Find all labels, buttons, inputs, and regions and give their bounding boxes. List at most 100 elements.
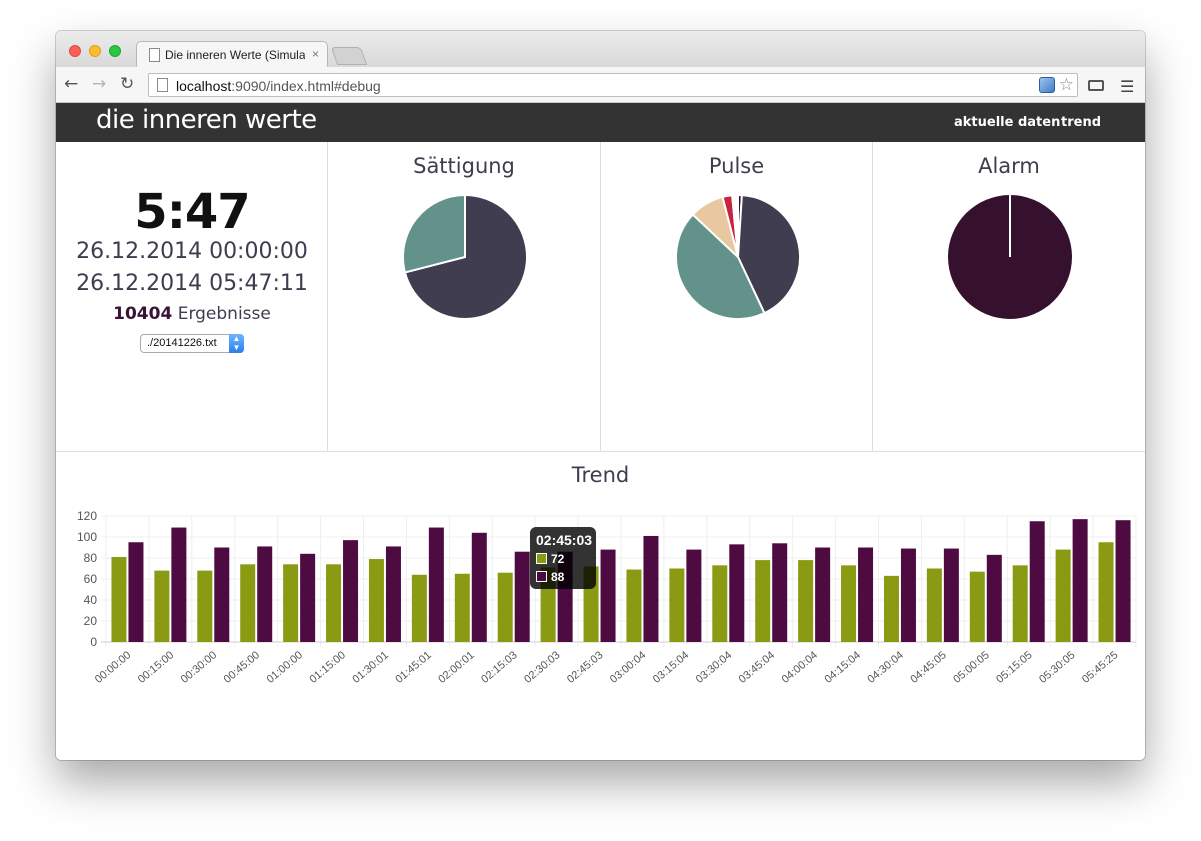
title-bar: Die inneren Werte (Simulati × — [56, 31, 1145, 69]
bar[interactable] — [883, 575, 899, 642]
file-select[interactable]: ./20141226.txt ▲ ▼ — [140, 334, 244, 353]
x-tick-label: 00:15:00 — [136, 649, 177, 686]
bar[interactable] — [986, 554, 1002, 642]
bar[interactable] — [755, 560, 771, 642]
overview-panels: 5:47 26.12.2014 00:00:00 26.12.2014 05:4… — [56, 142, 1145, 452]
close-window-button[interactable] — [69, 45, 81, 57]
bar[interactable] — [428, 527, 444, 642]
extension-cube-icon[interactable] — [1039, 77, 1055, 93]
bar[interactable] — [943, 548, 959, 642]
bar[interactable] — [900, 548, 916, 642]
x-tick-label: 04:45:05 — [908, 649, 949, 686]
bar[interactable] — [729, 544, 745, 642]
bar[interactable] — [926, 568, 942, 643]
bar[interactable] — [128, 542, 144, 642]
page-icon — [149, 48, 160, 62]
x-tick-label: 03:15:04 — [651, 649, 692, 686]
saturation-pie-chart — [402, 194, 528, 320]
bar[interactable] — [712, 565, 728, 642]
cast-icon[interactable] — [1088, 80, 1104, 91]
app-brand[interactable]: die inneren werte — [96, 105, 317, 135]
bar[interactable] — [283, 564, 299, 642]
bar[interactable] — [969, 571, 985, 642]
bar[interactable] — [240, 564, 256, 642]
section-divider — [56, 451, 1145, 452]
result-count-label: Ergebnisse — [177, 304, 271, 324]
back-arrow-icon[interactable]: ← — [64, 75, 78, 93]
new-tab-button[interactable] — [330, 47, 368, 65]
alarm-panel: Alarm — [873, 142, 1145, 452]
browser-toolbar: ← → ↻ localhost:9090/index.html#debug ☆ … — [56, 67, 1145, 103]
y-tick-label: 120 — [77, 509, 97, 523]
end-timestamp: 26.12.2014 05:47:11 — [76, 271, 308, 296]
result-count: 10404 Ergebnisse — [56, 304, 328, 324]
forward-arrow-icon[interactable]: → — [92, 75, 106, 93]
bar[interactable] — [1115, 520, 1131, 642]
bar[interactable] — [669, 568, 685, 643]
alarm-pie-chart — [948, 195, 1072, 319]
x-tick-label: 04:15:04 — [822, 649, 863, 686]
tooltip-title: 02:45:03 — [536, 532, 593, 548]
reload-icon[interactable]: ↻ — [120, 75, 134, 93]
tooltip-swatch — [536, 571, 547, 582]
bookmark-star-icon[interactable]: ☆ — [1059, 75, 1074, 95]
tooltip-value: 88 — [551, 570, 565, 584]
bar[interactable] — [454, 573, 470, 642]
bar[interactable] — [368, 559, 384, 642]
menu-hamburger-icon[interactable]: ☰ — [1120, 77, 1134, 96]
chart-tooltip: 02:45:03 72 88 — [530, 527, 596, 589]
bar[interactable] — [471, 532, 487, 642]
bar[interactable] — [197, 570, 213, 642]
pulse-pie-chart — [675, 194, 801, 320]
bar[interactable] — [798, 560, 814, 642]
y-tick-label: 20 — [84, 614, 98, 628]
bar[interactable] — [497, 572, 513, 642]
bar[interactable] — [300, 553, 316, 642]
x-tick-label: 01:45:01 — [393, 649, 434, 686]
tooltip-swatch — [536, 553, 547, 564]
browser-tab[interactable]: Die inneren Werte (Simulati × — [136, 41, 328, 69]
nav-link-current-data[interactable]: aktuelle daten — [954, 115, 1060, 130]
url-text: localhost:9090/index.html#debug — [176, 78, 381, 94]
bar[interactable] — [1098, 542, 1114, 642]
bar[interactable] — [815, 547, 831, 643]
bar[interactable] — [385, 546, 401, 642]
bar[interactable] — [1055, 549, 1071, 642]
bar[interactable] — [686, 549, 702, 642]
bar[interactable] — [154, 570, 170, 642]
bar[interactable] — [772, 543, 788, 642]
minimize-window-button[interactable] — [89, 45, 101, 57]
page-icon — [157, 78, 168, 92]
bar[interactable] — [411, 574, 427, 642]
bar[interactable] — [1012, 565, 1028, 642]
tooltip-value: 72 — [551, 552, 565, 566]
bar[interactable] — [643, 535, 659, 642]
trend-bar-chart: 02040608010012000:00:00 00:15:00 00:30:00 0… — [77, 509, 1137, 686]
bar[interactable] — [257, 546, 273, 642]
address-bar[interactable]: localhost:9090/index.html#debug ☆ — [148, 73, 1078, 97]
pulse-panel: Pulse — [601, 142, 873, 452]
x-tick-label: 01:30:01 — [350, 649, 391, 686]
bar[interactable] — [171, 527, 187, 642]
x-tick-label: 00:45:00 — [222, 649, 263, 686]
zoom-window-button[interactable] — [109, 45, 121, 57]
y-tick-label: 60 — [84, 572, 98, 586]
bar[interactable] — [111, 556, 127, 642]
x-tick-label: 04:30:04 — [865, 649, 906, 686]
bar[interactable] — [326, 564, 342, 642]
bar[interactable] — [626, 569, 642, 642]
browser-window: Die inneren Werte (Simulati × ← → ↻ loca… — [56, 31, 1145, 760]
bar[interactable] — [214, 547, 230, 643]
bar[interactable] — [858, 547, 874, 643]
bar[interactable] — [841, 565, 857, 642]
bar[interactable] — [1072, 519, 1088, 642]
bar[interactable] — [343, 540, 359, 642]
bar[interactable] — [1029, 521, 1045, 642]
tab-close-icon[interactable]: × — [312, 47, 319, 61]
bar[interactable] — [600, 549, 616, 642]
nav-link-trend[interactable]: trend — [1061, 115, 1101, 130]
tooltip-row: 88 — [536, 570, 564, 584]
elapsed-time: 5:47 — [134, 184, 250, 240]
bar[interactable] — [514, 551, 530, 642]
x-tick-label: 04:00:04 — [780, 649, 821, 686]
